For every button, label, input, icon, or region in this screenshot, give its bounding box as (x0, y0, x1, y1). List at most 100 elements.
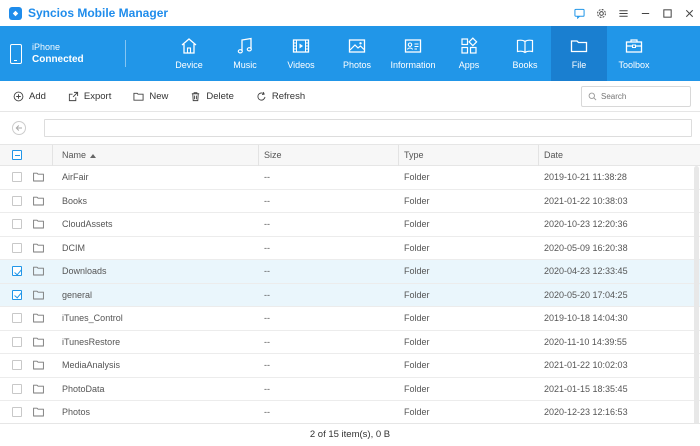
close-icon[interactable] (678, 0, 700, 26)
minimize-icon[interactable] (634, 0, 656, 26)
title-bar: Syncios Mobile Manager (0, 0, 700, 26)
tab-device[interactable]: Device (161, 26, 217, 81)
file-type: Folder (404, 172, 430, 182)
file-date: 2019-10-18 14:04:30 (544, 313, 628, 323)
add-button[interactable]: Add (13, 91, 46, 102)
row-checkbox[interactable] (12, 219, 22, 229)
plus-circle-icon (13, 91, 24, 101)
file-type: Folder (404, 219, 430, 229)
table-row[interactable]: PhotoData -- Folder 2021-01-15 18:35:45 (0, 378, 700, 401)
folder-icon (33, 266, 44, 276)
file-size: -- (264, 195, 270, 206)
file-type: Folder (404, 383, 430, 394)
file-type: Folder (404, 313, 430, 323)
file-date: 2019-10-21 11:38:28 (544, 172, 627, 182)
folder-icon (570, 40, 588, 53)
file-name: Photos (62, 407, 91, 417)
file-type: Folder (404, 266, 430, 276)
delete-button[interactable]: Delete (190, 91, 234, 102)
tab-information[interactable]: Information (385, 26, 441, 81)
trash-icon (192, 91, 200, 101)
file-size: -- (264, 219, 270, 229)
tab-videos[interactable]: Videos (273, 26, 329, 81)
export-button[interactable]: Export (68, 91, 111, 102)
folder-icon (33, 172, 44, 182)
file-name: AirFair (62, 172, 89, 182)
file-date: 2021-01-22 10:02:03 (544, 360, 628, 370)
tab-music[interactable]: Music (217, 26, 273, 81)
vertical-scrollbar[interactable] (692, 144, 700, 426)
table-row[interactable]: general -- Folder 2020-05-20 17:04:25 (0, 283, 700, 307)
search-input[interactable] (601, 92, 686, 101)
home-icon (181, 38, 197, 54)
image-icon (348, 39, 366, 53)
row-checkbox[interactable] (12, 313, 22, 323)
row-checkbox[interactable] (12, 242, 22, 253)
tab-photos[interactable]: Photos (329, 26, 385, 81)
file-name: DCIM (62, 242, 85, 253)
row-checkbox[interactable] (12, 266, 22, 276)
table-row[interactable]: AirFair -- Folder 2019-10-21 11:38:28 (0, 166, 700, 190)
table-row[interactable]: Photos -- Folder 2020-12-23 12:16:53 (0, 401, 700, 425)
table-body: AirFair -- Folder 2019-10-21 11:38:28 Books -… (0, 166, 700, 425)
table-row[interactable]: MediaAnalysis -- Folder 2021-01-22 10:02:03 (0, 354, 700, 378)
gear-icon[interactable] (590, 0, 612, 26)
tab-apps[interactable]: Apps (441, 26, 497, 81)
column-divider (398, 145, 399, 166)
search-icon (588, 92, 597, 101)
device-info[interactable]: iPhone Connected (0, 26, 125, 81)
table-row[interactable]: Books -- Folder 2021-01-22 10:38:03 (0, 190, 700, 213)
file-name: iTunesRestore (62, 336, 121, 347)
column-header-size[interactable]: Size (264, 145, 282, 166)
table-row[interactable]: Downloads -- Folder 2020-04-23 12:33:45 (0, 260, 700, 284)
select-all-checkbox[interactable] (12, 150, 22, 160)
path-field[interactable] (44, 119, 692, 137)
file-size: -- (264, 242, 270, 253)
column-header-type[interactable]: Type (404, 145, 424, 166)
refresh-icon (257, 91, 266, 101)
file-type: Folder (404, 242, 430, 253)
table-row[interactable]: iTunesRestore -- Folder 2020-11-10 14:39:55 (0, 331, 700, 354)
tab-file[interactable]: File (551, 26, 607, 81)
apps-grid-icon (461, 37, 478, 54)
table-row[interactable]: DCIM -- Folder 2020-05-09 16:20:38 (0, 237, 700, 260)
table-row[interactable]: CloudAssets -- Folder 2020-10-23 12:20:36 (0, 213, 700, 237)
file-size: -- (264, 336, 270, 347)
chat-icon[interactable] (568, 0, 590, 26)
refresh-button[interactable]: Refresh (256, 91, 305, 102)
contact-card-icon (404, 39, 422, 53)
row-checkbox[interactable] (12, 383, 22, 394)
tab-toolbox[interactable]: Toolbox (606, 26, 662, 81)
new-folder-button[interactable]: New (133, 91, 168, 102)
row-checkbox[interactable] (12, 289, 22, 300)
row-checkbox[interactable] (12, 172, 22, 182)
table-header: Name Size Type Date (0, 144, 700, 166)
maximize-icon[interactable] (656, 0, 678, 26)
file-table: Name Size Type Date AirFair -- Folder 2019-… (0, 144, 700, 425)
file-type: Folder (404, 407, 430, 417)
file-date: 2020-11-10 14:39:55 (544, 336, 627, 347)
row-checkbox[interactable] (12, 360, 22, 370)
column-header-date[interactable]: Date (544, 145, 563, 166)
scrollbar-thumb[interactable] (694, 166, 699, 426)
device-name: iPhone (32, 42, 61, 52)
folder-icon (33, 360, 44, 370)
app-logo-icon (9, 6, 22, 20)
search-box[interactable] (581, 86, 691, 107)
file-type: Folder (404, 336, 430, 347)
row-checkbox[interactable] (12, 336, 22, 347)
file-date: 2020-05-09 16:20:38 (544, 242, 628, 253)
file-toolbar: Add Export New Delete Refresh (0, 81, 700, 112)
file-date: 2020-04-23 12:33:45 (544, 266, 628, 276)
column-header-name[interactable]: Name (62, 145, 97, 166)
menu-icon[interactable] (612, 0, 634, 26)
file-date: 2020-05-20 17:04:25 (544, 289, 628, 300)
table-row[interactable]: iTunes_Control -- Folder 2019-10-18 14:04:3… (0, 307, 700, 331)
row-checkbox[interactable] (12, 195, 22, 206)
back-button[interactable] (12, 121, 26, 135)
row-checkbox[interactable] (12, 407, 22, 417)
column-divider (538, 145, 539, 166)
tab-books[interactable]: Books (497, 26, 553, 81)
file-name: Downloads (62, 266, 107, 276)
toolbox-icon (625, 39, 643, 53)
